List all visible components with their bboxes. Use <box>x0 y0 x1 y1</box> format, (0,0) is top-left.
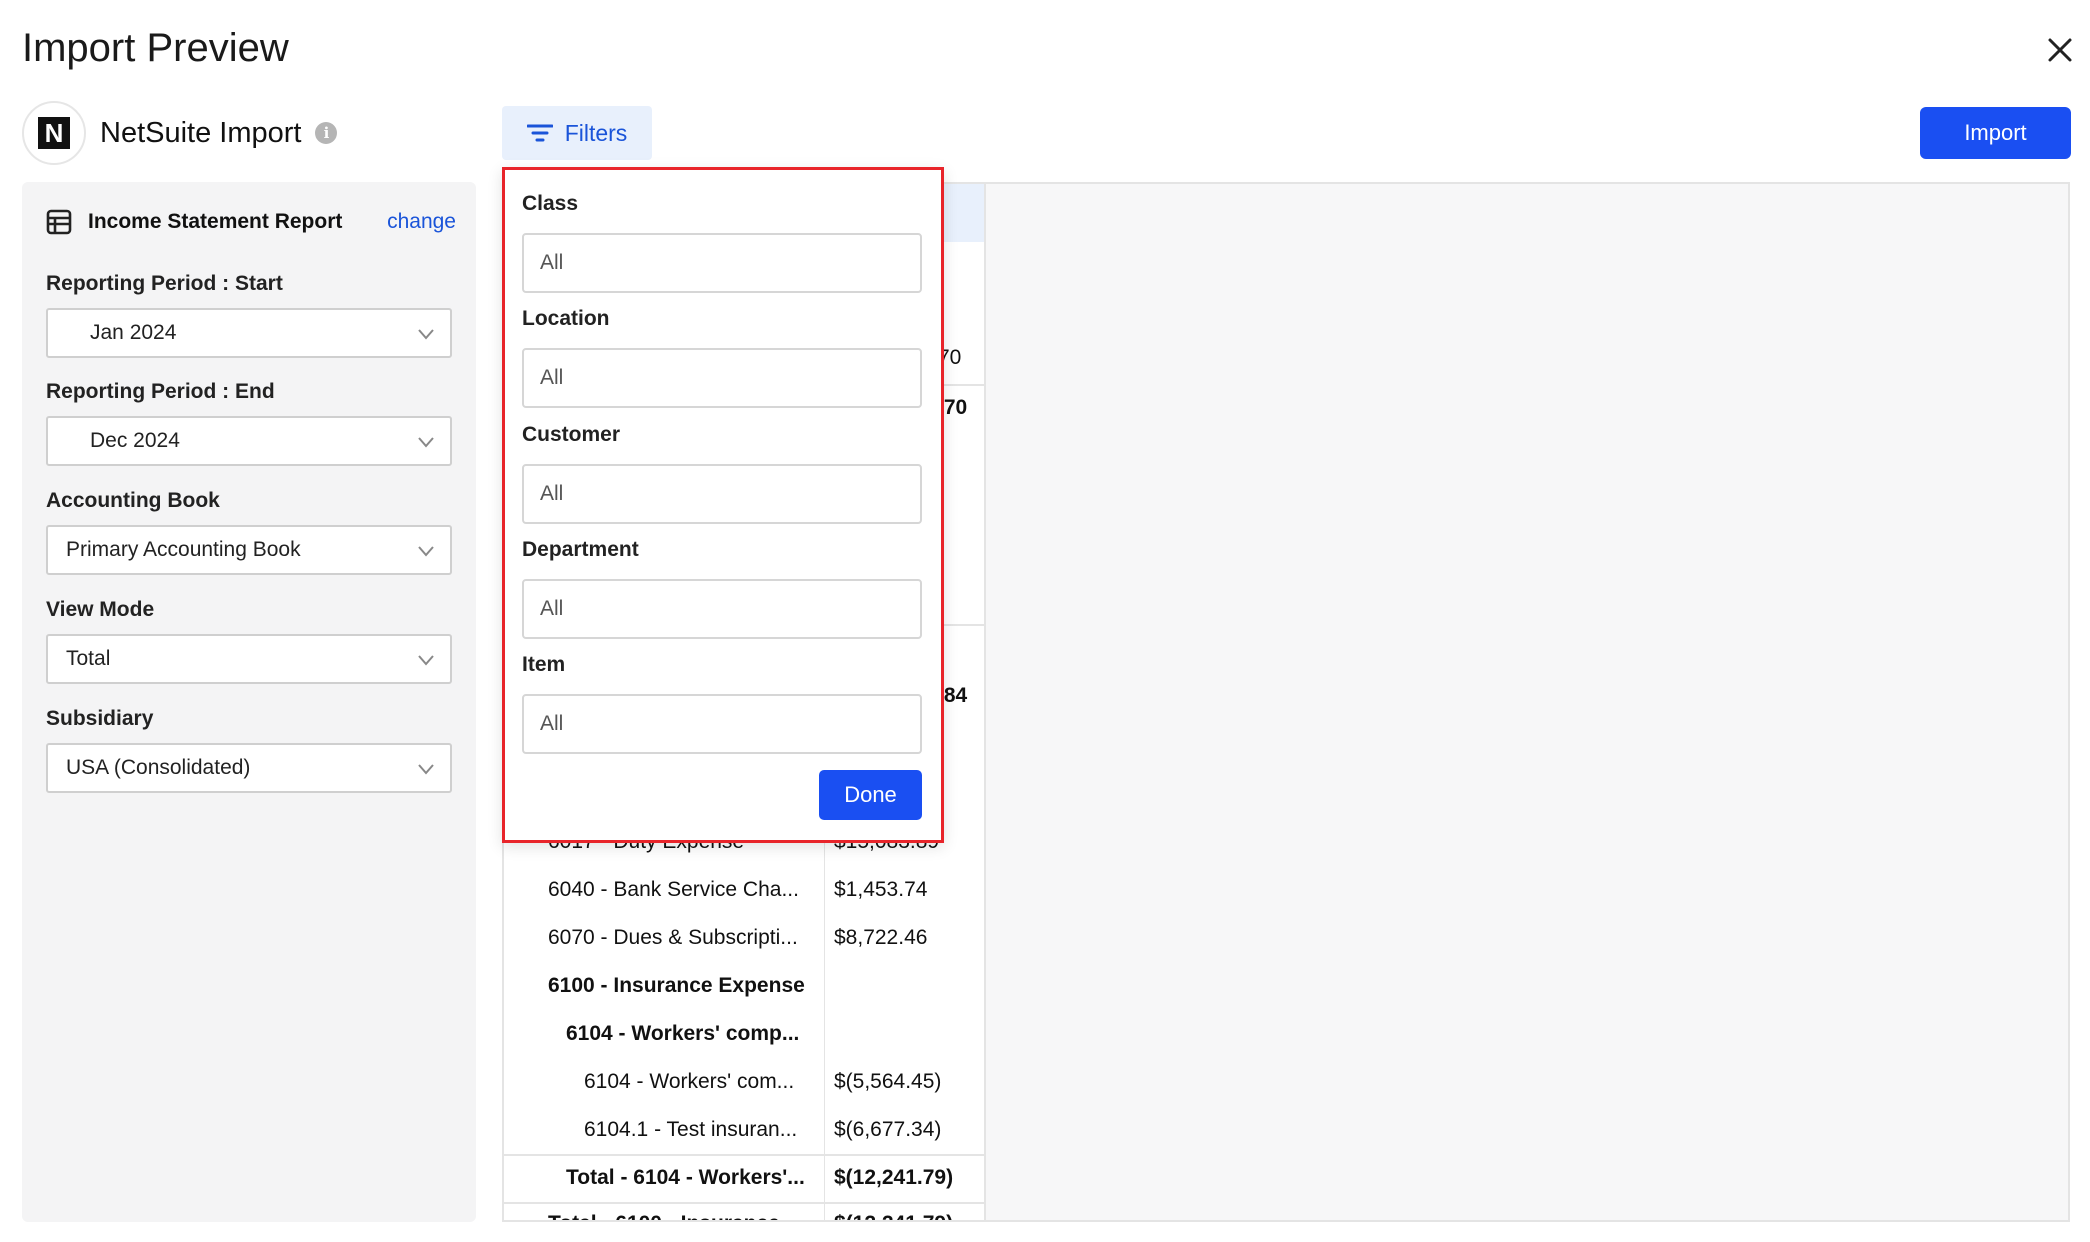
customer-filter-value: All <box>540 482 564 505</box>
class-filter-label: Class <box>522 192 579 215</box>
reporting-period-start-value: Jan 2024 <box>90 321 177 344</box>
item-filter-input[interactable]: All <box>522 694 922 754</box>
filters-label: Filters <box>564 119 628 146</box>
chevron-down-icon <box>418 437 434 448</box>
close-icon <box>2048 38 2072 62</box>
close-button[interactable] <box>2040 30 2080 70</box>
chevron-down-icon <box>418 329 434 340</box>
view-mode-value: Total <box>66 647 111 670</box>
account-cell: 6104 - Workers' comp... <box>566 1022 800 1045</box>
table-icon <box>46 209 72 235</box>
row-divider <box>504 1202 984 1204</box>
account-cell: 6104.1 - Test insuran... <box>584 1118 798 1141</box>
report-name: Income Statement Report <box>88 210 343 233</box>
netsuite-logo: N <box>22 101 86 165</box>
subsidiary-label: Subsidiary <box>46 707 154 730</box>
info-icon[interactable]: i <box>315 122 338 144</box>
accounting-book-value: Primary Accounting Book <box>66 538 301 561</box>
source-header: N NetSuite Import i <box>22 100 338 166</box>
account-cell: 6070 - Dues & Subscripti... <box>548 926 798 949</box>
report-selector: Income Statement Report change <box>46 202 456 242</box>
location-filter-input[interactable]: All <box>522 348 922 408</box>
department-filter-input[interactable]: All <box>522 579 922 639</box>
source-name: NetSuite Import <box>100 116 302 149</box>
view-mode-select[interactable]: Total <box>46 634 452 684</box>
location-filter-label: Location <box>522 307 610 330</box>
import-button[interactable]: Import <box>1920 107 2071 159</box>
chevron-down-icon <box>418 546 434 557</box>
reporting-period-end-value: Dec 2024 <box>90 429 180 452</box>
page-title: Import Preview <box>22 26 289 70</box>
view-mode-label: View Mode <box>46 598 155 621</box>
row-divider <box>504 1154 984 1156</box>
amount-cell: $(12,241.79) <box>834 1166 954 1189</box>
department-filter-label: Department <box>522 538 639 561</box>
account-cell: 6040 - Bank Service Cha... <box>548 878 799 901</box>
netsuite-logo-mark: N <box>38 117 70 149</box>
filter-icon <box>526 124 553 142</box>
class-filter-input[interactable]: All <box>522 233 922 293</box>
chevron-down-icon <box>418 764 434 775</box>
reporting-period-start-select[interactable]: Jan 2024 <box>46 308 452 358</box>
account-cell: Total - 6100 - Insurance... <box>548 1212 797 1220</box>
filters-button[interactable]: Filters <box>502 106 652 160</box>
customer-filter-input[interactable]: All <box>522 464 922 524</box>
accounting-book-select[interactable]: Primary Accounting Book <box>46 525 452 575</box>
customer-filter-label: Customer <box>522 423 621 446</box>
amount-cell: $8,722.46 <box>834 926 928 949</box>
amount-cell: $(12,241.79) <box>834 1212 953 1220</box>
reporting-period-end-select[interactable]: Dec 2024 <box>46 416 452 466</box>
item-filter-value: All <box>540 712 564 735</box>
change-report-link[interactable]: change <box>387 210 456 234</box>
account-cell: 6104 - Workers' com... <box>584 1070 795 1093</box>
location-filter-value: All <box>540 366 564 389</box>
done-button[interactable]: Done <box>819 770 922 820</box>
class-filter-value: All <box>540 251 564 274</box>
reporting-period-start-label: Reporting Period : Start <box>46 272 283 295</box>
report-settings-panel: Income Statement Report change Reporting… <box>22 182 476 1222</box>
subsidiary-select[interactable]: USA (Consolidated) <box>46 743 452 793</box>
account-cell: 6100 - Insurance Expense <box>548 974 805 997</box>
amount-cell: $1,453.74 <box>834 878 928 901</box>
accounting-book-label: Accounting Book <box>46 489 220 512</box>
amount-cell: $(6,677.34) <box>834 1118 942 1141</box>
chevron-down-icon <box>418 655 434 666</box>
amount-cell: $(5,564.45) <box>834 1070 942 1093</box>
subsidiary-value: USA (Consolidated) <box>66 756 251 779</box>
item-filter-label: Item <box>522 653 566 676</box>
account-cell: Total - 6104 - Workers'... <box>566 1166 805 1189</box>
filters-popover: Class All Location All Customer All Depa… <box>502 167 944 843</box>
department-filter-value: All <box>540 597 564 620</box>
reporting-period-end-label: Reporting Period : End <box>46 380 275 403</box>
